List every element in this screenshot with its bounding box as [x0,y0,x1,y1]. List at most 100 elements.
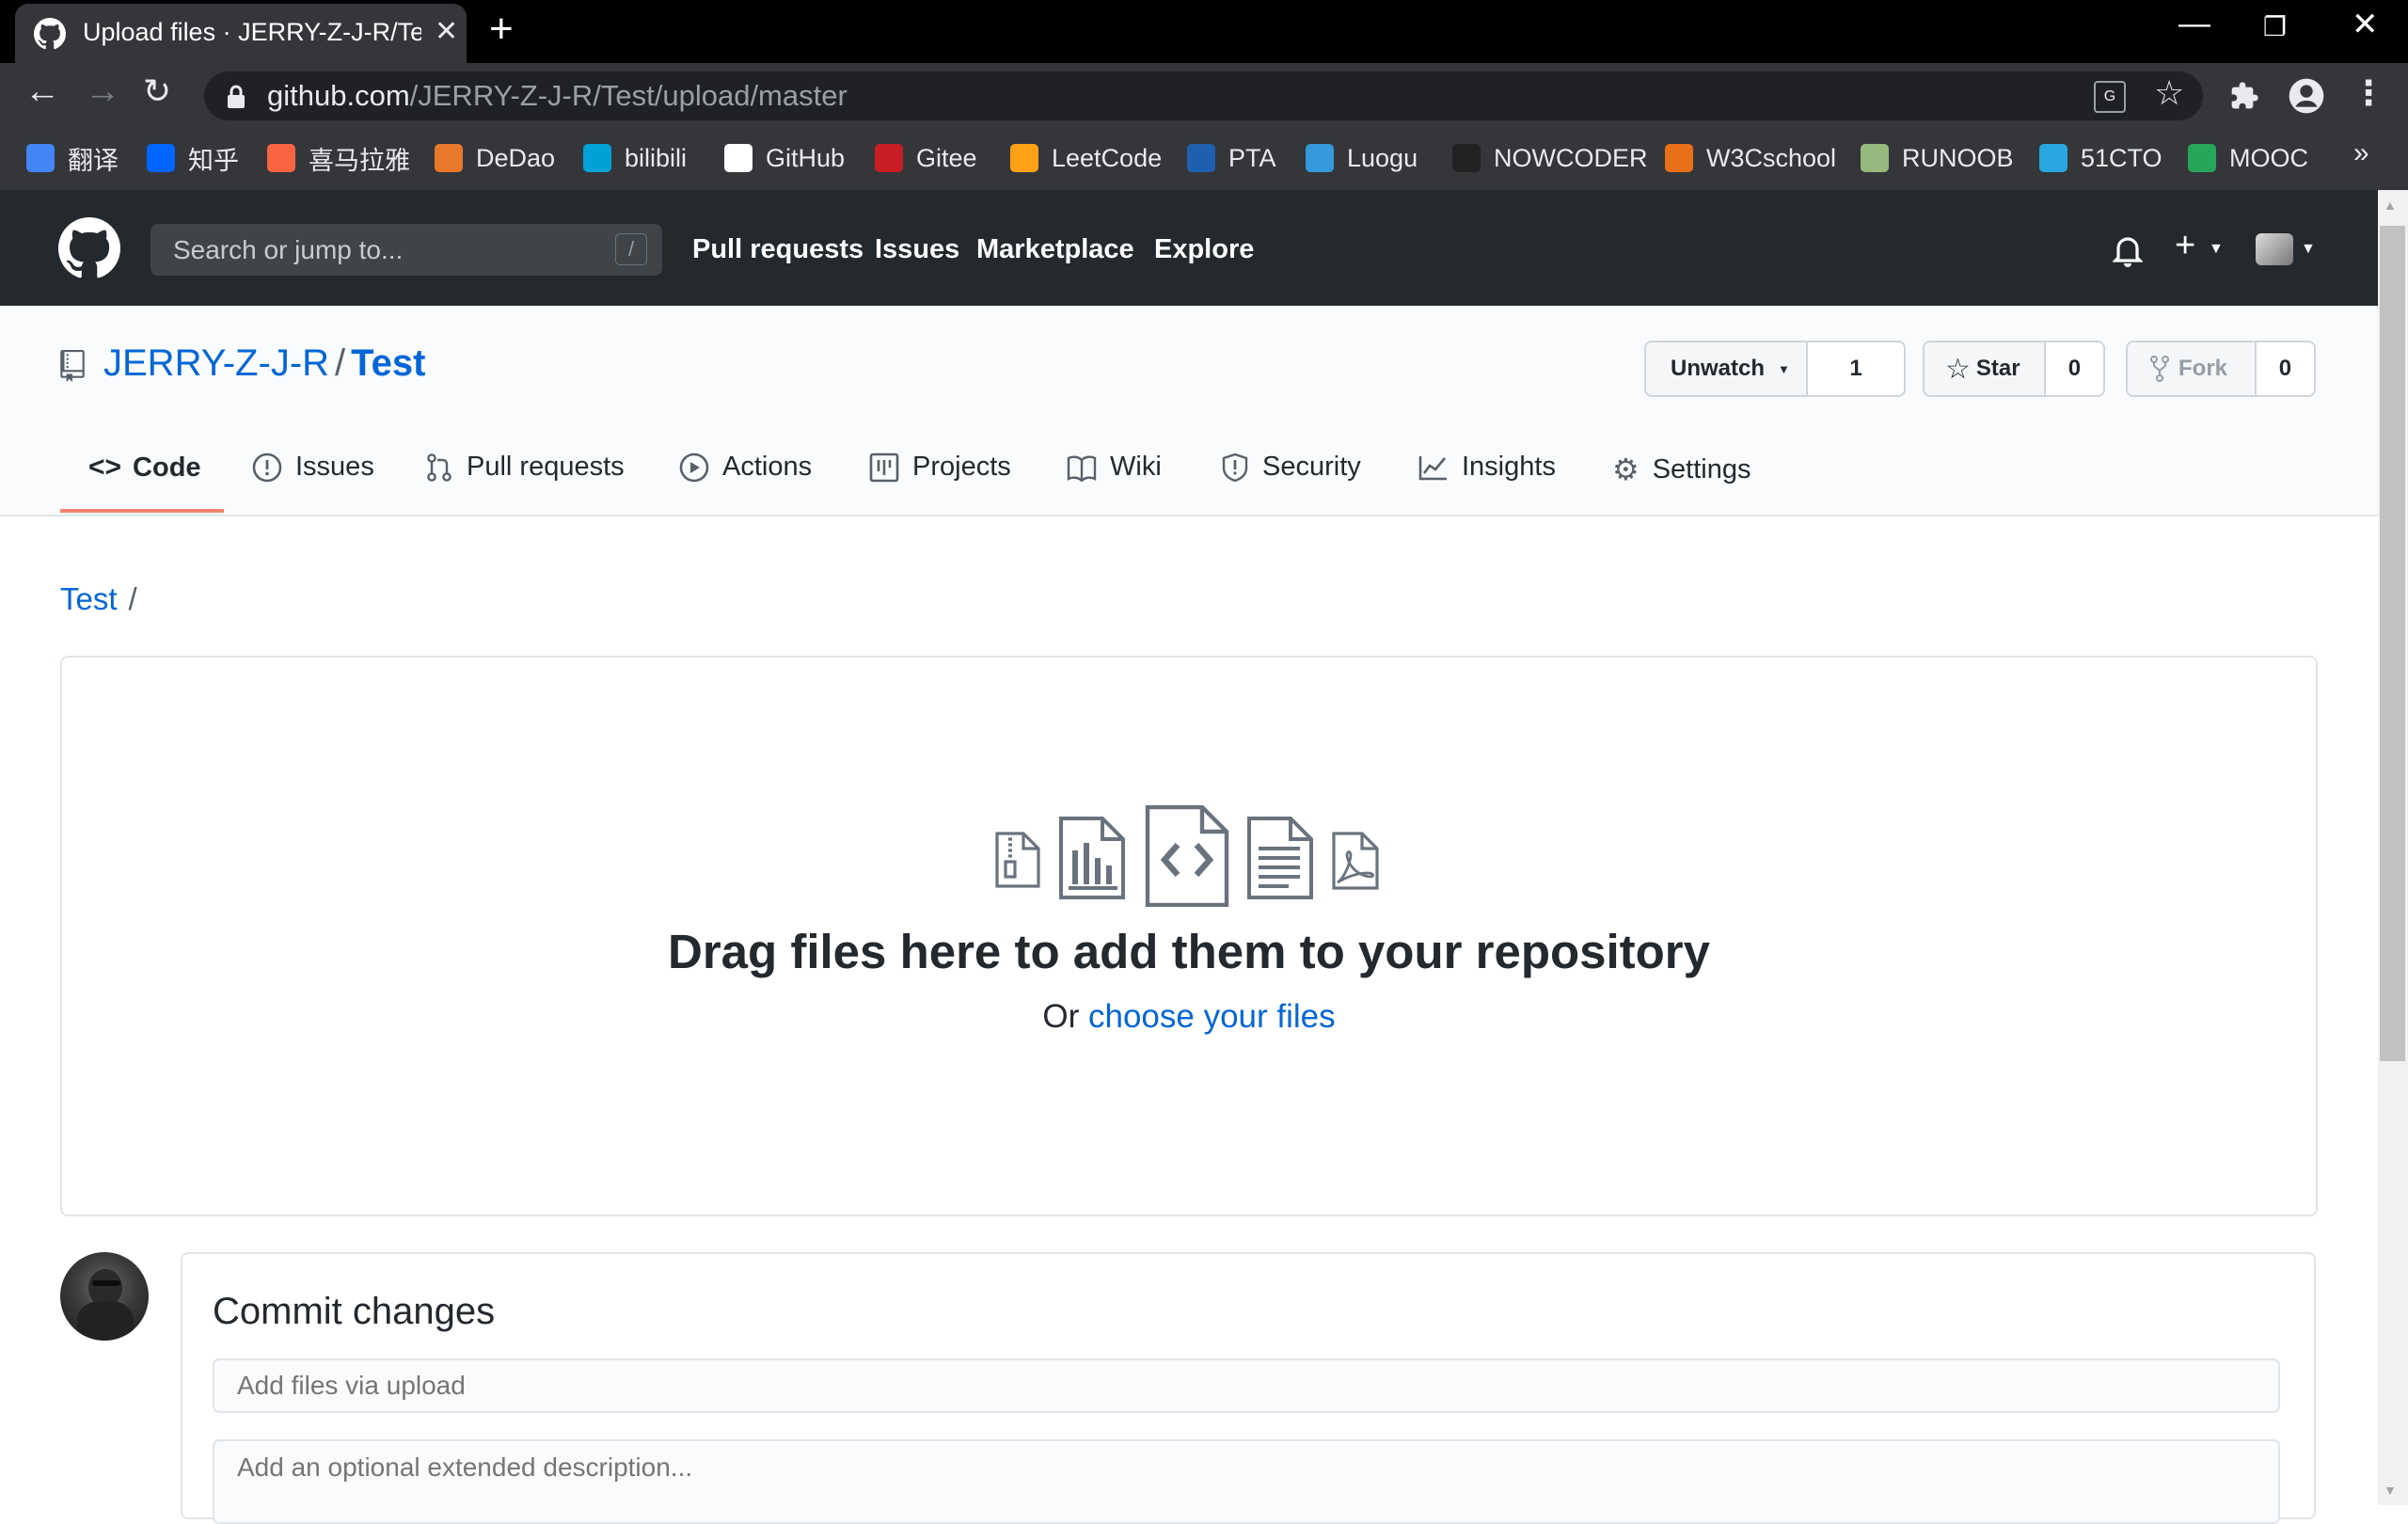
extensions-icon[interactable] [2229,81,2259,111]
tab-close-icon[interactable]: ✕ [435,15,458,48]
bookmark-pta[interactable]: PTA [1187,141,1276,175]
bookmark-item-0[interactable]: 翻译 [26,141,119,175]
notifications-bell-icon[interactable] [2113,233,2143,267]
fork-button-group: Fork 0 [2126,341,2316,397]
file-text-icon [1247,817,1313,899]
nav-marketplace[interactable]: Marketplace [976,234,1134,265]
file-code-icon [1145,805,1229,907]
back-icon[interactable]: ← [24,71,60,112]
commit-summary-input[interactable] [213,1358,2280,1413]
choose-files-link[interactable]: choose your files [1088,998,1336,1035]
gitee-icon [875,144,903,172]
active-tab-indicator [60,509,224,513]
star-icon: ☆ [1945,353,1971,385]
nav-pull-requests[interactable]: Pull requests [692,234,863,265]
create-dropdown-icon[interactable]: ▼ [2209,241,2224,258]
code-icon: <> [88,452,122,483]
scroll-down-arrow-icon[interactable]: ▼ [2384,1483,2397,1498]
scroll-up-arrow-icon[interactable]: ▲ [2384,198,2397,213]
bookmark-label: Luogu [1347,143,1418,172]
repo-header [0,306,2378,516]
bookmark-bilibili[interactable]: bilibili [583,141,687,175]
fork-count[interactable]: 0 [2254,342,2314,395]
forward-icon[interactable]: → [85,71,120,112]
search-input[interactable]: Search or jump to... / [150,224,662,276]
bookmark-luogu[interactable]: Luogu [1306,141,1418,175]
scrollbar-thumb[interactable] [2380,226,2405,1061]
tab-insights-label: Insights [1462,452,1556,482]
watch-count[interactable]: 1 [1806,342,1904,395]
bookmark-label: 知乎 [188,146,239,175]
bookmark-w3cschool[interactable]: W3Cschool [1665,141,1836,175]
bookmark-label: RUNOOB [1902,143,2014,172]
star-button[interactable]: ☆ Star [1925,342,2044,395]
bookmark-star-icon[interactable]: ☆ [2154,73,2184,113]
bookmark-github[interactable]: GitHub [724,141,845,175]
nav-issues[interactable]: Issues [875,234,959,265]
lock-icon[interactable] [226,85,246,109]
breadcrumb-repo-link[interactable]: Test [60,581,118,616]
51cto-icon [2039,144,2067,172]
bookmark-gitee[interactable]: Gitee [875,141,977,175]
star-count[interactable]: 0 [2043,342,2103,395]
bookmark-mooc[interactable]: MOOC [2188,141,2308,175]
user-avatar-small[interactable] [2256,233,2293,265]
bookmark-51cto[interactable]: 51CTO [2039,141,2162,175]
runoob-icon [1861,144,1889,172]
shield-icon [1222,452,1248,482]
zhihu-icon [147,144,175,172]
tab-pull-requests[interactable]: Pull requests [425,452,625,483]
minimize-icon[interactable]: — [2178,6,2210,42]
file-zip-icon [995,832,1040,888]
repo-owner-link[interactable]: JERRY-Z-J-R [103,342,329,384]
commit-description-input[interactable] [213,1439,2280,1524]
or-text: Or [1042,998,1080,1035]
commit-changes-title: Commit changes [213,1291,496,1332]
translate-icon[interactable]: G [2094,81,2126,113]
tab-insights[interactable]: Insights [1418,452,1556,483]
window-close-icon[interactable]: ✕ [2352,6,2379,43]
create-new-icon[interactable]: + [2175,226,2195,266]
user-dropdown-icon[interactable]: ▼ [2301,241,2316,258]
chrome-menu-icon[interactable]: ⋮ [2352,73,2385,113]
url-text[interactable]: github.com/JERRY-Z-J-R/Test/upload/maste… [267,79,848,113]
gear-icon: ⚙ [1612,452,1640,486]
bookmark-item-1[interactable]: 知乎 [147,141,239,175]
browser-tab[interactable]: Upload files · JERRY-Z-J-R/Test ✕ [15,4,467,63]
tab-settings-label: Settings [1652,453,1751,484]
search-shortcut-key: / [615,233,647,265]
bookmark-nowcoder[interactable]: NOWCODER [1452,141,1648,175]
tab-projects[interactable]: Projects [869,452,1011,483]
star-label: Star [1975,356,2020,381]
project-icon [869,452,899,482]
github-logo-icon[interactable] [58,217,120,279]
bookmark-label: bilibili [625,143,688,172]
repo-name-link[interactable]: Test [351,342,425,384]
fork-label: Fork [2178,356,2228,381]
mooc-icon [2188,144,2216,172]
pull-request-icon [427,452,452,482]
bookmark-item-2[interactable]: 喜马拉雅 [267,141,410,175]
tab-actions[interactable]: Actions [679,452,812,483]
unwatch-button[interactable]: Unwatch ▼ [1646,342,1806,395]
bookmark-runoob[interactable]: RUNOOB [1861,141,2014,175]
github-favicon-icon [34,18,66,50]
nav-explore[interactable]: Explore [1154,234,1254,265]
profile-icon[interactable] [2288,77,2325,115]
tab-settings[interactable]: ⚙ Settings [1612,452,1751,487]
bookmark-leetcode[interactable]: LeetCode [1010,141,1162,175]
tab-code[interactable]: <> Code [88,452,201,484]
bookmark-label: 51CTO [2081,143,2162,172]
tab-issues[interactable]: Issues [252,452,374,483]
drop-zone-subtitle: Or choose your files [0,998,2378,1036]
restore-icon[interactable]: ❐ [2263,11,2287,42]
tab-security[interactable]: Security [1221,452,1361,483]
fork-button[interactable]: Fork [2128,342,2255,395]
drop-zone-title: Drag files here to add them to your repo… [667,925,1711,978]
bookmark-dedao[interactable]: DeDao [435,141,555,175]
tab-code-label: Code [133,452,201,483]
more-bookmarks-icon[interactable]: » [2353,137,2369,169]
tab-wiki[interactable]: Wiki [1067,452,1162,483]
reload-icon[interactable]: ↻ [143,71,171,111]
new-tab-button[interactable]: + [489,6,514,53]
